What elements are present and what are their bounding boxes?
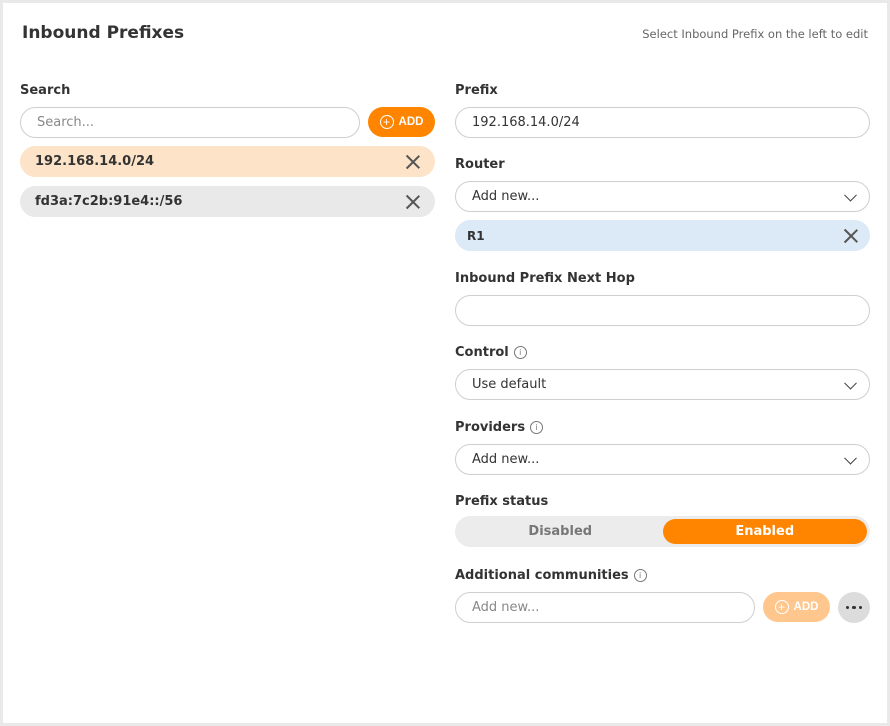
prefix-list-item-label: 192.168.14.0/24 bbox=[35, 154, 155, 169]
control-select[interactable]: Use default bbox=[455, 369, 870, 400]
close-icon[interactable] bbox=[844, 229, 858, 243]
search-label: Search bbox=[20, 83, 71, 98]
info-icon[interactable]: i bbox=[513, 346, 527, 359]
inbound-prefixes-panel: Inbound Prefixes Select Inbound Prefix o… bbox=[3, 3, 887, 723]
prefix-status-label: Prefix status bbox=[455, 494, 549, 509]
providers-select[interactable]: Add new... bbox=[455, 444, 870, 475]
communities-label: Additional communities i bbox=[455, 568, 647, 583]
next-hop-input[interactable] bbox=[455, 295, 870, 326]
edit-hint: Select Inbound Prefix on the left to edi… bbox=[642, 27, 868, 41]
search-input[interactable] bbox=[20, 107, 360, 138]
chevron-down-icon bbox=[844, 451, 857, 465]
control-label: Control i bbox=[455, 345, 527, 360]
status-disabled-option[interactable]: Disabled bbox=[458, 519, 663, 544]
providers-label: Providers i bbox=[455, 420, 544, 435]
plus-circle-icon: + bbox=[774, 600, 789, 614]
prefix-input[interactable]: 192.168.14.0/24 bbox=[455, 107, 870, 138]
more-options-button[interactable] bbox=[838, 592, 870, 623]
router-chip: R1 bbox=[455, 220, 870, 251]
add-prefix-button[interactable]: + ADD bbox=[368, 107, 435, 137]
add-community-button[interactable]: + ADD bbox=[763, 592, 830, 622]
chevron-down-icon bbox=[844, 376, 857, 390]
more-horizontal-icon bbox=[845, 605, 850, 610]
router-chip-label: R1 bbox=[467, 228, 485, 243]
chevron-down-icon bbox=[844, 188, 857, 202]
prefix-label: Prefix bbox=[455, 83, 498, 98]
close-icon[interactable] bbox=[406, 155, 420, 169]
prefix-status-toggle: Disabled Enabled bbox=[455, 516, 870, 547]
communities-input[interactable] bbox=[455, 592, 755, 623]
info-icon[interactable]: i bbox=[633, 569, 647, 582]
router-label: Router bbox=[455, 157, 505, 172]
prefix-list-item-label: fd3a:7c2b:91e4::/56 bbox=[35, 194, 183, 209]
prefix-list-item[interactable]: 192.168.14.0/24 bbox=[20, 146, 435, 177]
plus-circle-icon: + bbox=[379, 115, 394, 129]
next-hop-label: Inbound Prefix Next Hop bbox=[455, 271, 635, 286]
page-title: Inbound Prefixes bbox=[22, 23, 185, 43]
status-enabled-option[interactable]: Enabled bbox=[662, 519, 867, 544]
info-icon[interactable]: i bbox=[530, 421, 544, 434]
prefix-list-item[interactable]: fd3a:7c2b:91e4::/56 bbox=[20, 186, 435, 217]
close-icon[interactable] bbox=[406, 195, 420, 209]
router-select[interactable]: Add new... bbox=[455, 181, 870, 212]
